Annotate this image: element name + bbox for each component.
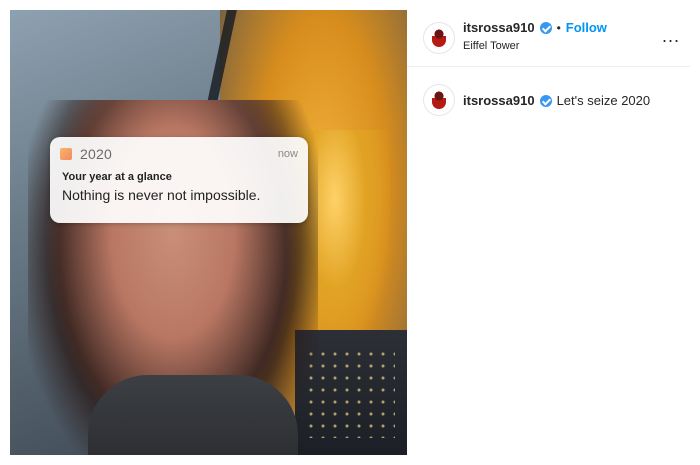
notification-time: now [277, 148, 298, 160]
location-link[interactable]: Eiffel Tower [463, 40, 519, 52]
notification-body: Nothing is never not impossible. [62, 187, 261, 203]
follow-button[interactable]: Follow [566, 20, 607, 35]
avatar-figure-icon [432, 91, 446, 109]
caption-row: itsrossa910 Let's seize 2020 [407, 67, 690, 127]
caption-text-line: itsrossa910 Let's seize 2020 [463, 93, 650, 108]
notification-title: Your year at a glance [62, 171, 172, 183]
verified-badge-icon [539, 21, 552, 34]
avatar[interactable] [423, 22, 455, 54]
separator-dot: • [556, 20, 561, 35]
post-frame: 2020 now Your year at a glance Nothing i… [0, 0, 700, 465]
post-sidebar: itsrossa910 • Follow Eiffel Tower ... it… [407, 10, 690, 455]
notification-header: 2020 now [60, 145, 298, 163]
avatar-figure-icon [432, 29, 446, 47]
post-media[interactable]: 2020 now Your year at a glance Nothing i… [10, 10, 407, 455]
user-row: itsrossa910 • Follow [463, 20, 607, 35]
dark-top [88, 375, 298, 455]
username[interactable]: itsrossa910 [463, 20, 535, 35]
caption-username[interactable]: itsrossa910 [463, 93, 535, 108]
caption-avatar[interactable] [423, 84, 455, 116]
caption-text: Let's seize 2020 [556, 93, 651, 108]
notification-app-name: 2020 [80, 146, 112, 162]
notification-card: 2020 now Your year at a glance Nothing i… [50, 137, 308, 223]
post-header: itsrossa910 • Follow Eiffel Tower ... [407, 10, 690, 67]
verified-badge-icon [539, 94, 552, 107]
app-icon [60, 148, 72, 160]
more-options-button[interactable]: ... [662, 26, 680, 47]
